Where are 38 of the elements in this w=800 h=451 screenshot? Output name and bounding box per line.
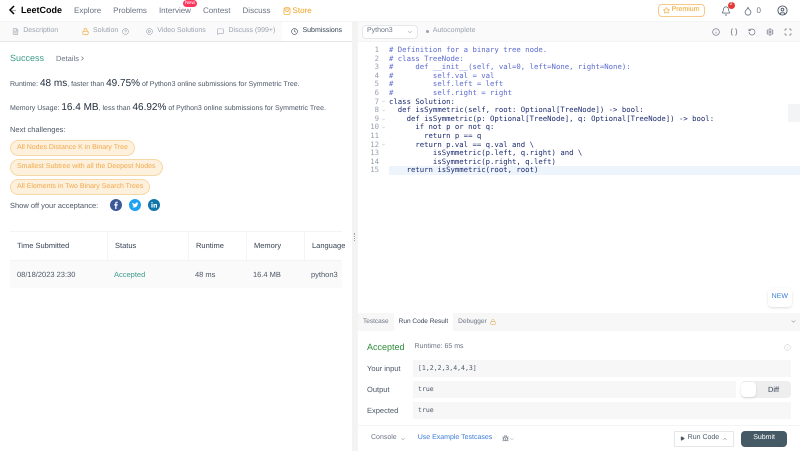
avatar-icon[interactable] [777, 5, 788, 16]
coin-icon[interactable] [742, 6, 753, 16]
logo-text[interactable]: LeetCode [21, 4, 62, 18]
settings-icon[interactable] [766, 28, 774, 36]
nav-link[interactable]: Explore [74, 6, 102, 14]
braces-icon[interactable] [730, 28, 738, 36]
play-icon [680, 436, 685, 441]
chevron-down-icon [400, 436, 406, 442]
notification-icon[interactable] [720, 6, 731, 16]
lock-icon [82, 28, 89, 35]
linkedin-icon[interactable] [148, 199, 160, 212]
twitter-icon[interactable] [129, 199, 142, 212]
logo-icon [8, 5, 17, 16]
help-icon [122, 28, 130, 35]
nav-link[interactable]: Problems [113, 6, 147, 14]
chevron-up-icon [722, 436, 728, 442]
document-icon [12, 28, 20, 35]
collapse-icon[interactable] [790, 318, 797, 325]
chevron-down-icon [406, 28, 413, 34]
play-circle-icon [146, 28, 154, 35]
reset-icon[interactable] [748, 28, 756, 36]
nav-link[interactable]: Contest [202, 6, 231, 14]
chevron-right-icon [78, 55, 86, 62]
fullscreen-icon[interactable] [784, 28, 792, 36]
coin-count: 0 [756, 4, 761, 16]
toggle-knob [741, 382, 756, 397]
nav-link[interactable]: Interview [158, 6, 191, 14]
store-icon [282, 6, 291, 14]
accepted-status: Accepted [367, 340, 405, 354]
chat-icon [217, 28, 224, 35]
lock-icon [490, 318, 496, 324]
star-icon [662, 7, 670, 14]
success-status: Success [10, 52, 44, 65]
info-icon[interactable] [712, 28, 720, 36]
clock-icon [291, 28, 298, 35]
facebook-icon[interactable] [110, 199, 122, 212]
nav-link[interactable]: Discuss [242, 6, 271, 14]
debug-icon[interactable] [502, 435, 510, 442]
